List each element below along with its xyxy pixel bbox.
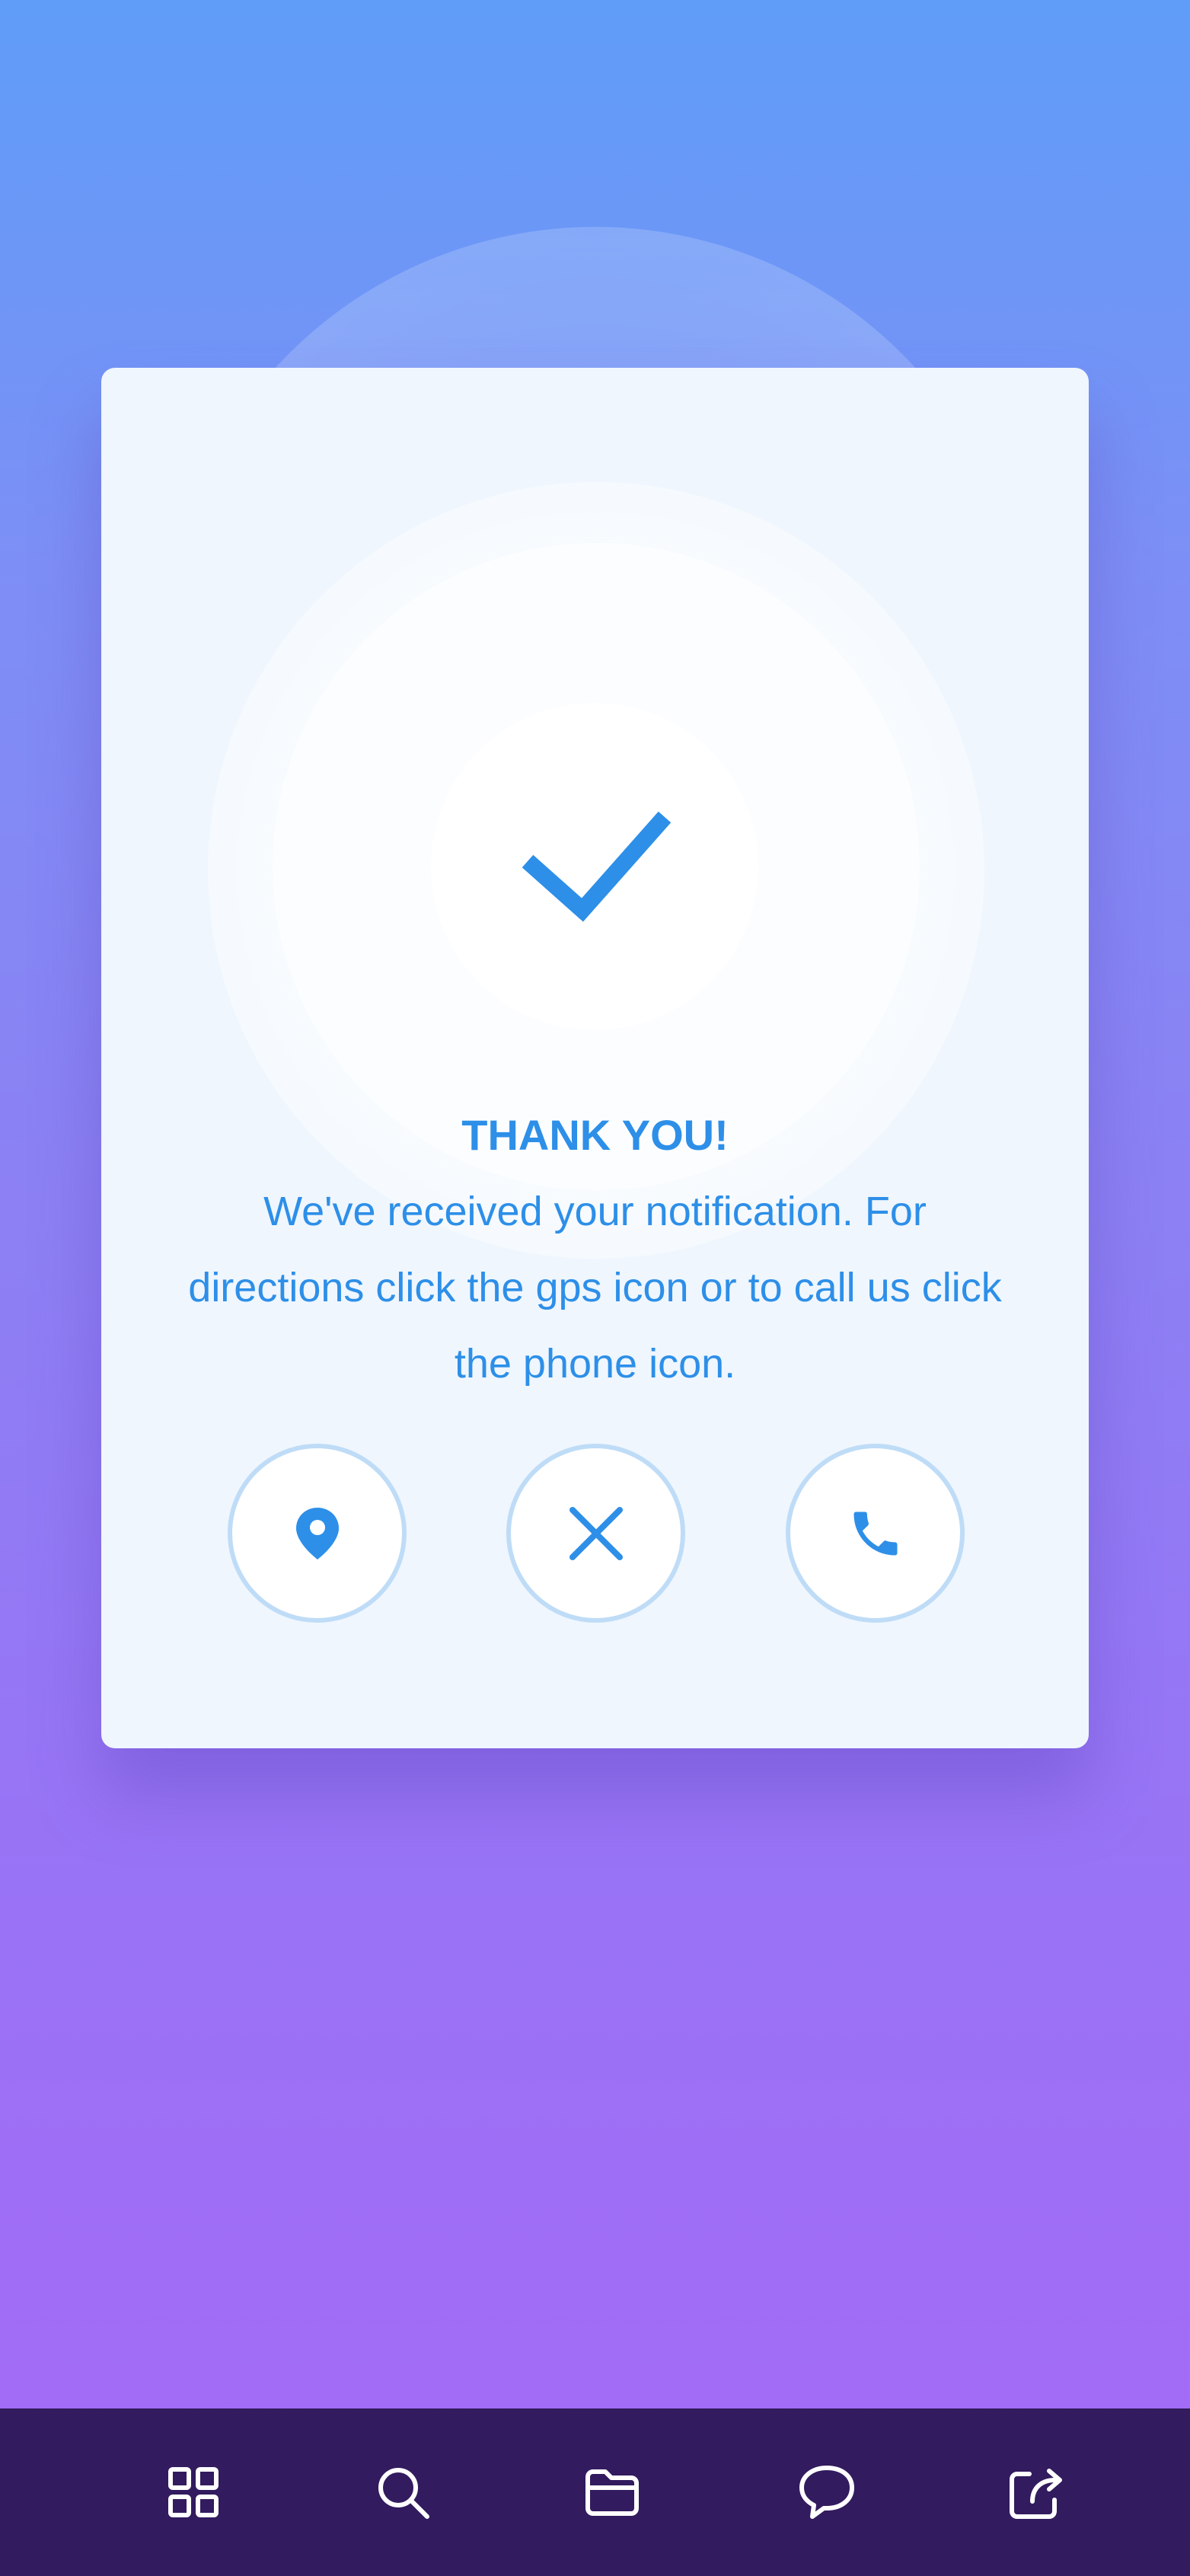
nav-apps[interactable] bbox=[163, 2462, 224, 2523]
grid-icon bbox=[168, 2467, 219, 2517]
close-button[interactable] bbox=[506, 1444, 685, 1623]
gps-button[interactable] bbox=[228, 1444, 407, 1623]
nav-chat[interactable] bbox=[796, 2462, 857, 2523]
action-buttons bbox=[101, 1444, 1089, 1623]
share-icon bbox=[1010, 2469, 1062, 2519]
dialog-title: THANK YOU! bbox=[461, 1111, 729, 1159]
folder-icon bbox=[585, 2469, 639, 2516]
checkmark-icon bbox=[522, 811, 672, 922]
dialog-message: We've received your notification. For di… bbox=[188, 1189, 1002, 1387]
nav-search[interactable] bbox=[372, 2462, 433, 2523]
nav-folder[interactable] bbox=[582, 2462, 643, 2523]
chat-bubble-icon bbox=[799, 2466, 854, 2519]
phone-button[interactable] bbox=[786, 1444, 965, 1623]
bottom-navigation bbox=[0, 2408, 1190, 2576]
close-icon bbox=[569, 1506, 623, 1560]
nav-share[interactable] bbox=[1006, 2462, 1067, 2523]
phone-icon bbox=[853, 1511, 897, 1555]
map-pin-icon bbox=[295, 1507, 339, 1559]
search-icon bbox=[378, 2468, 429, 2519]
thank-you-dialog: THANK YOU! We've received your notificat… bbox=[101, 368, 1089, 1748]
